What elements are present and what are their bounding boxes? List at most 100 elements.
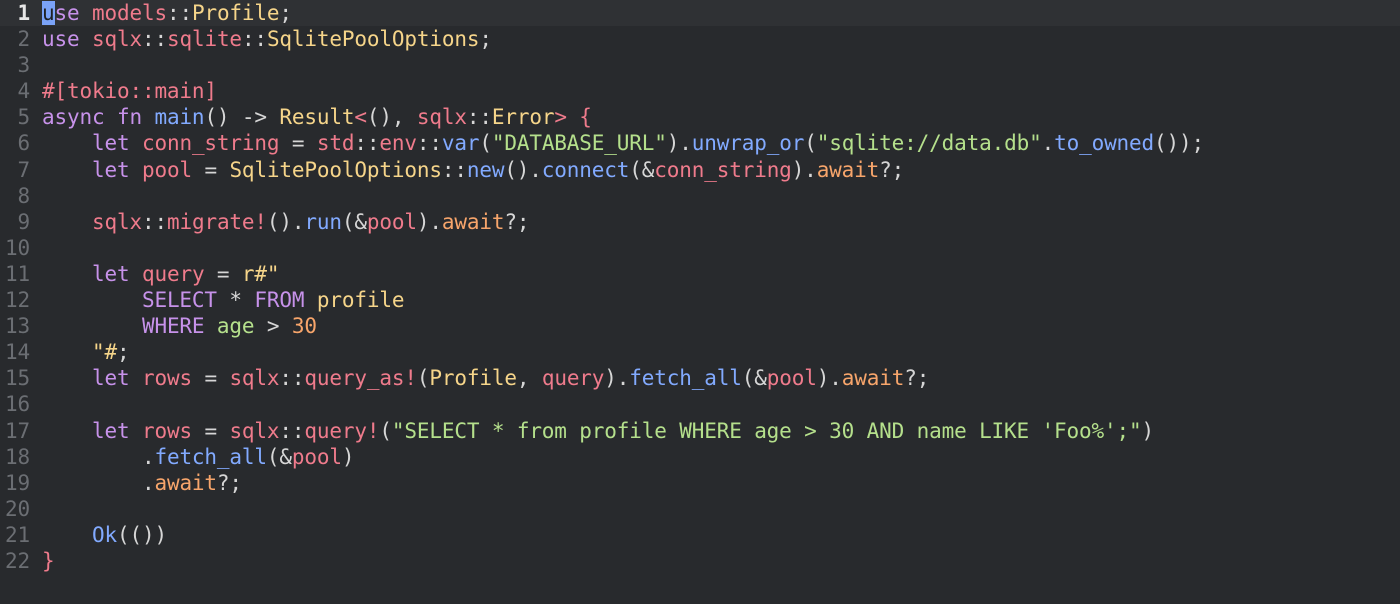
code-line[interactable]: 5 async fn main() -> Result<(), sqlx::Err… xyxy=(0,104,1400,130)
line-number: 21 xyxy=(5,522,30,547)
code-token: :: xyxy=(166,1,192,25)
code-token: connect xyxy=(541,157,630,182)
code-token: ( xyxy=(379,418,392,443)
code-line[interactable]: 13 WHERE age > 30 xyxy=(0,313,1400,339)
code-line[interactable]: 16 xyxy=(0,391,1400,417)
code-line[interactable]: 6 let conn_string = std::env::var("DATAB… xyxy=(0,130,1400,156)
line-code[interactable]: "#; xyxy=(42,339,130,365)
line-code[interactable]: .await?; xyxy=(42,470,242,496)
code-token: :: xyxy=(416,131,442,156)
code-token: await xyxy=(441,209,505,234)
line-code[interactable]: WHERE age > 30 xyxy=(42,313,317,339)
code-editor[interactable]: 1 use models::Profile; 2 use sqlx::sqlite::… xyxy=(0,0,1400,604)
code-token: sqlx xyxy=(229,366,280,391)
line-code[interactable]: use models::Profile; xyxy=(42,0,292,26)
code-token: ?; xyxy=(904,366,930,391)
code-line[interactable]: 9 sqlx::migrate!().run(&pool).await?; xyxy=(0,209,1400,235)
code-token: Error xyxy=(491,105,555,130)
line-number: 11 xyxy=(5,261,30,286)
code-token: (). xyxy=(266,209,305,234)
code-line[interactable]: 19 .await?; xyxy=(0,470,1400,496)
code-token: query xyxy=(141,261,205,286)
line-number: 9 xyxy=(17,209,31,234)
code-line[interactable]: 2 use sqlx::sqlite::SqlitePoolOptions; xyxy=(0,26,1400,52)
code-line[interactable]: 3 xyxy=(0,52,1400,78)
code-token: "# xyxy=(91,340,117,365)
code-line[interactable]: 1 use models::Profile; xyxy=(0,0,1400,27)
code-token: . xyxy=(1041,131,1055,156)
code-token: sqlx xyxy=(91,27,142,52)
code-token: sqlite xyxy=(166,27,242,52)
code-token: Profile xyxy=(429,366,517,391)
code-line[interactable]: 21 Ok(()) xyxy=(0,522,1400,548)
code-token: ). xyxy=(416,209,442,234)
line-code[interactable]: .fetch_all(&pool) xyxy=(42,444,355,470)
line-code[interactable]: let query = r#" xyxy=(42,261,280,287)
code-token: var xyxy=(441,131,480,156)
code-token: < xyxy=(354,105,367,130)
code-token: :: xyxy=(241,27,267,52)
line-number: 8 xyxy=(17,183,31,208)
code-token: ?; xyxy=(504,209,530,234)
code-token: (& xyxy=(266,444,292,469)
line-code[interactable]: let conn_string = std::env::var("DATABAS… xyxy=(42,130,1204,156)
code-token: :: xyxy=(141,209,167,234)
code-line[interactable]: 4 #[tokio::main] xyxy=(0,78,1400,104)
code-token: . xyxy=(42,444,155,469)
line-code[interactable]: } xyxy=(42,548,55,574)
line-code[interactable]: #[tokio::main] xyxy=(42,78,217,104)
line-code[interactable]: SELECT * FROM profile xyxy=(42,287,405,313)
code-line[interactable]: 7 let pool = SqlitePoolOptions::new().co… xyxy=(0,157,1400,183)
code-line[interactable]: 18 .fetch_all(&pool) xyxy=(0,444,1400,470)
code-line[interactable]: 8 xyxy=(0,183,1400,209)
line-code[interactable]: let rows = sqlx::query_as!(Profile, quer… xyxy=(42,365,929,391)
line-number: 4 xyxy=(17,79,31,104)
code-token: rows xyxy=(141,366,192,391)
code-token: fetch_all xyxy=(629,366,742,391)
line-code[interactable]: sqlx::migrate!().run(&pool).await?; xyxy=(42,209,530,235)
code-token: async fn xyxy=(42,105,155,130)
code-token: = xyxy=(191,418,230,443)
code-token: ) xyxy=(1141,418,1154,443)
code-token: * xyxy=(216,288,255,313)
code-token: "sqlite://data.db" xyxy=(816,131,1042,156)
code-token: ; xyxy=(116,340,130,365)
code-token: migrate! xyxy=(166,209,267,234)
code-token: pool xyxy=(766,366,817,391)
code-token: await xyxy=(816,157,880,182)
code-token: query_as! xyxy=(304,366,417,391)
code-token: :: xyxy=(279,366,305,391)
code-line[interactable]: 12 SELECT * FROM profile xyxy=(0,287,1400,313)
line-code[interactable]: async fn main() -> Result<(), sqlx::Erro… xyxy=(42,104,592,130)
line-code[interactable]: Ok(()) xyxy=(42,522,167,548)
code-token: ( xyxy=(479,131,492,156)
code-line[interactable]: 10 xyxy=(0,235,1400,261)
code-token: fetch_all xyxy=(154,444,267,469)
line-code[interactable]: let rows = sqlx::query!("SELECT * from p… xyxy=(42,418,1154,444)
code-token: WHERE xyxy=(141,314,205,339)
code-line[interactable]: 22} xyxy=(0,548,1400,574)
line-number: 2 xyxy=(17,27,31,52)
code-token: r#" xyxy=(241,261,280,286)
code-token: > xyxy=(266,314,292,339)
code-line[interactable]: 15 let rows = sqlx::query_as!(Profile, q… xyxy=(0,365,1400,391)
code-line[interactable]: 17 let rows = sqlx::query!("SELECT * fro… xyxy=(0,418,1400,444)
code-token: , xyxy=(516,366,542,391)
code-token: Ok xyxy=(91,522,117,547)
code-token: #[tokio::main] xyxy=(42,79,217,104)
code-token: pool xyxy=(291,444,342,469)
code-line[interactable]: 20 xyxy=(0,496,1400,522)
line-code[interactable]: use sqlx::sqlite::SqlitePoolOptions; xyxy=(42,26,492,52)
code-token: (& xyxy=(629,157,655,182)
line-code[interactable]: let pool = SqlitePoolOptions::new().conn… xyxy=(42,157,904,183)
code-token: await xyxy=(841,366,905,391)
code-line[interactable]: 11 let query = r#" xyxy=(0,261,1400,287)
code-token: new xyxy=(466,157,505,182)
code-token: "DATABASE_URL" xyxy=(491,131,667,156)
code-token: :: xyxy=(354,131,380,156)
code-line[interactable]: 14 "#; xyxy=(0,339,1400,365)
code-token: :: xyxy=(279,418,305,443)
